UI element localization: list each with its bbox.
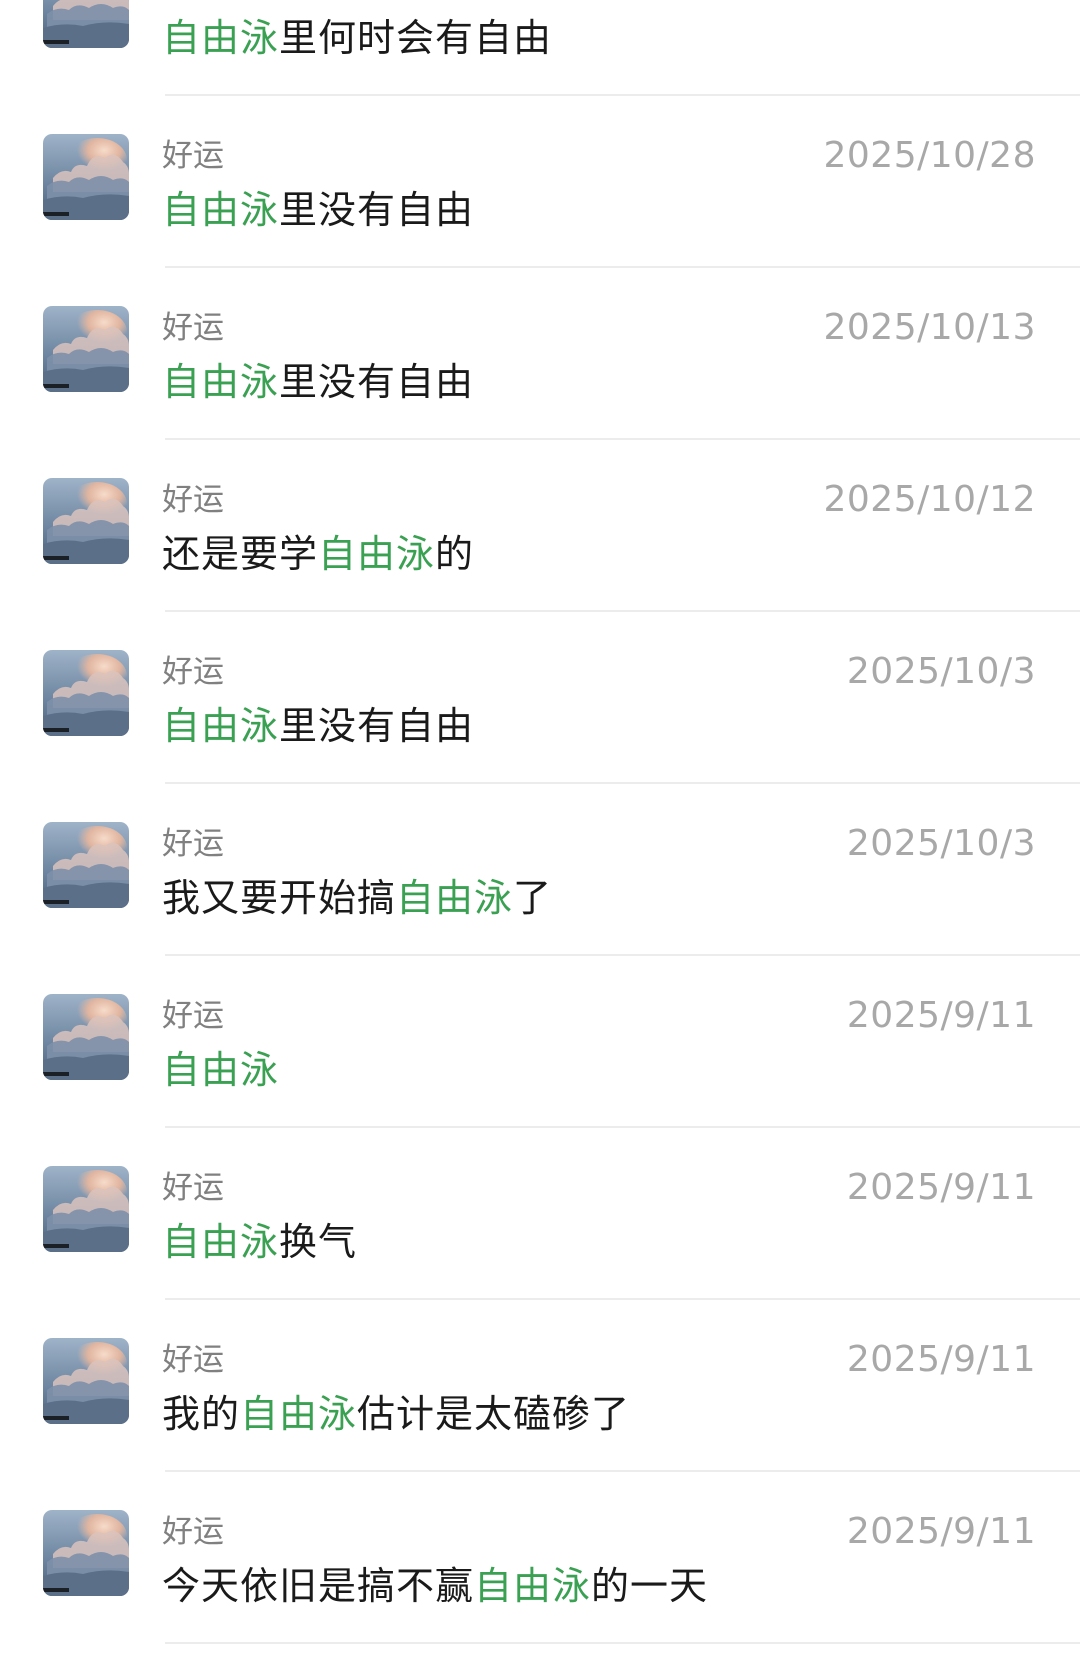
sky-clouds-avatar-icon bbox=[43, 134, 129, 220]
divider bbox=[165, 1642, 1080, 1644]
message-date: 2025/10/28 bbox=[823, 135, 1036, 176]
message-text: 还是要学自由泳的 bbox=[162, 530, 474, 578]
message-text-before: 我的 bbox=[162, 1392, 241, 1436]
search-highlight: 自由泳 bbox=[162, 1220, 280, 1264]
search-results-list: 自由泳里何时会有自由 好运 2025/10/28 自由泳里没有自由 好运 202… bbox=[0, 0, 1080, 1644]
message-date: 2025/9/11 bbox=[846, 1511, 1036, 1552]
message-text: 自由泳里没有自由 bbox=[162, 358, 474, 406]
sky-clouds-avatar-icon bbox=[43, 1166, 129, 1252]
message-text: 自由泳 bbox=[162, 1046, 279, 1094]
message-text: 自由泳里没有自由 bbox=[162, 186, 474, 234]
message-text: 我的自由泳估计是太磕碜了 bbox=[162, 1390, 630, 1438]
avatar[interactable] bbox=[43, 1166, 129, 1252]
sky-clouds-avatar-icon bbox=[43, 478, 129, 564]
search-highlight: 自由泳 bbox=[162, 16, 280, 60]
search-highlight: 自由泳 bbox=[162, 1048, 280, 1092]
sender-name: 好运 bbox=[162, 1170, 224, 1206]
sky-clouds-avatar-icon bbox=[43, 1510, 129, 1596]
message-text-after: 里没有自由 bbox=[279, 360, 475, 404]
sky-clouds-avatar-icon bbox=[43, 1338, 129, 1424]
sky-clouds-avatar-icon bbox=[43, 650, 129, 736]
message-text-before: 还是要学 bbox=[162, 532, 319, 576]
avatar[interactable] bbox=[43, 822, 129, 908]
sender-name: 好运 bbox=[162, 826, 224, 862]
sky-clouds-avatar-icon bbox=[43, 994, 129, 1080]
message-date: 2025/9/11 bbox=[846, 1167, 1036, 1208]
sender-name: 好运 bbox=[162, 482, 224, 518]
search-highlight: 自由泳 bbox=[162, 360, 280, 404]
result-row[interactable]: 好运 2025/9/11 今天依旧是搞不赢自由泳的一天 bbox=[0, 1472, 1080, 1644]
message-text-after: 的一天 bbox=[591, 1564, 709, 1608]
search-highlight: 自由泳 bbox=[240, 1392, 358, 1436]
sky-clouds-avatar-icon bbox=[43, 0, 129, 48]
result-row[interactable]: 好运 2025/9/11 自由泳换气 bbox=[0, 1128, 1080, 1300]
message-date: 2025/10/3 bbox=[846, 651, 1036, 692]
sender-name: 好运 bbox=[162, 998, 224, 1034]
sender-name: 好运 bbox=[162, 138, 224, 174]
result-row[interactable]: 好运 2025/10/13 自由泳里没有自由 bbox=[0, 268, 1080, 440]
avatar[interactable] bbox=[43, 1338, 129, 1424]
message-date: 2025/10/12 bbox=[823, 479, 1036, 520]
avatar[interactable] bbox=[43, 306, 129, 392]
avatar[interactable] bbox=[43, 1510, 129, 1596]
avatar[interactable] bbox=[43, 0, 129, 48]
message-text-after: 里何时会有自由 bbox=[279, 16, 553, 60]
result-row[interactable]: 好运 2025/10/3 自由泳里没有自由 bbox=[0, 612, 1080, 784]
message-date: 2025/10/3 bbox=[846, 823, 1036, 864]
avatar[interactable] bbox=[43, 994, 129, 1080]
message-text-after: 里没有自由 bbox=[279, 188, 475, 232]
message-text-after: 换气 bbox=[279, 1220, 358, 1264]
avatar[interactable] bbox=[43, 134, 129, 220]
message-text: 自由泳里何时会有自由 bbox=[162, 14, 552, 62]
sky-clouds-avatar-icon bbox=[43, 306, 129, 392]
message-text: 自由泳里没有自由 bbox=[162, 702, 474, 750]
message-text-after: 里没有自由 bbox=[279, 704, 475, 748]
result-row[interactable]: 好运 2025/10/3 我又要开始搞自由泳了 bbox=[0, 784, 1080, 956]
result-row[interactable]: 好运 2025/9/11 我的自由泳估计是太磕碜了 bbox=[0, 1300, 1080, 1472]
search-highlight: 自由泳 bbox=[396, 876, 514, 920]
search-highlight: 自由泳 bbox=[474, 1564, 592, 1608]
search-highlight: 自由泳 bbox=[162, 188, 280, 232]
message-text: 今天依旧是搞不赢自由泳的一天 bbox=[162, 1562, 708, 1610]
sender-name: 好运 bbox=[162, 310, 224, 346]
result-row[interactable]: 好运 2025/9/11 自由泳 bbox=[0, 956, 1080, 1128]
message-text-after: 了 bbox=[513, 876, 553, 920]
message-text-before: 我又要开始搞 bbox=[162, 876, 397, 920]
search-highlight: 自由泳 bbox=[162, 704, 280, 748]
message-text: 我又要开始搞自由泳了 bbox=[162, 874, 552, 922]
search-highlight: 自由泳 bbox=[318, 532, 436, 576]
sender-name: 好运 bbox=[162, 654, 224, 690]
sender-name: 好运 bbox=[162, 1514, 224, 1550]
message-text-before: 今天依旧是搞不赢 bbox=[162, 1564, 475, 1608]
message-text-after: 估计是太磕碜了 bbox=[357, 1392, 631, 1436]
avatar[interactable] bbox=[43, 650, 129, 736]
result-row[interactable]: 好运 2025/10/12 还是要学自由泳的 bbox=[0, 440, 1080, 612]
result-row[interactable]: 自由泳里何时会有自由 bbox=[0, 0, 1080, 96]
message-date: 2025/10/13 bbox=[823, 307, 1036, 348]
avatar[interactable] bbox=[43, 478, 129, 564]
message-text: 自由泳换气 bbox=[162, 1218, 357, 1266]
sender-name: 好运 bbox=[162, 1342, 224, 1378]
message-date: 2025/9/11 bbox=[846, 995, 1036, 1036]
result-row[interactable]: 好运 2025/10/28 自由泳里没有自由 bbox=[0, 96, 1080, 268]
sky-clouds-avatar-icon bbox=[43, 822, 129, 908]
message-text-after: 的 bbox=[435, 532, 475, 576]
message-date: 2025/9/11 bbox=[846, 1339, 1036, 1380]
